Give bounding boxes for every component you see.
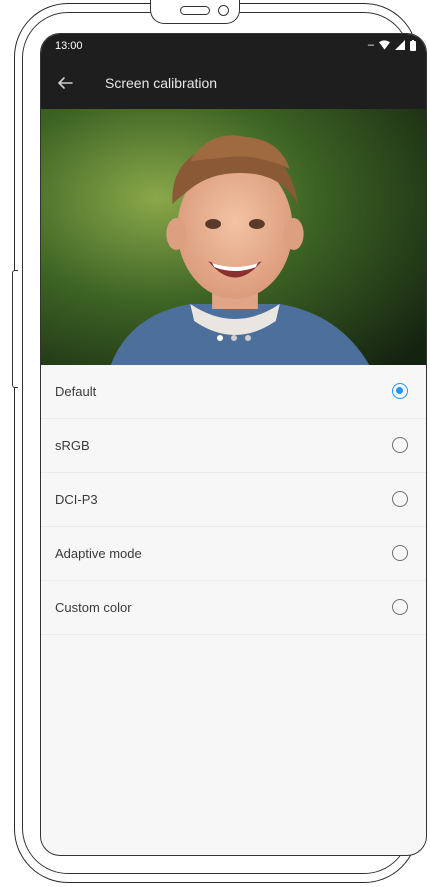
option-label: DCI-P3 [55, 492, 98, 507]
preview-image-carousel[interactable] [41, 109, 426, 365]
calibration-options-list: Default sRGB DCI-P3 Adaptive mode Custom… [41, 365, 426, 635]
status-bar: 13:00 – [41, 34, 426, 59]
signal-icon [395, 40, 405, 50]
page-title: Screen calibration [105, 75, 218, 91]
option-dci-p3[interactable]: DCI-P3 [41, 473, 426, 527]
status-time: 13:00 [55, 40, 83, 52]
app-bar: Screen calibration [41, 59, 426, 109]
radio-button-selected[interactable] [392, 383, 408, 399]
option-adaptive-mode[interactable]: Adaptive mode [41, 527, 426, 581]
carousel-dot[interactable] [230, 335, 237, 341]
earpiece-speaker [180, 6, 210, 15]
option-label: Custom color [55, 600, 132, 615]
option-label: Default [55, 384, 97, 399]
option-label: sRGB [55, 438, 90, 453]
option-default[interactable]: Default [41, 365, 426, 419]
battery-icon [410, 39, 416, 51]
radio-button[interactable] [392, 491, 408, 507]
arrow-back-icon[interactable] [53, 71, 77, 95]
radio-button[interactable] [392, 545, 408, 561]
front-camera [218, 5, 229, 16]
screen: 13:00 – Screen calibration Default sRGB … [40, 33, 427, 856]
option-label: Adaptive mode [55, 546, 142, 561]
carousel-indicator [41, 335, 426, 341]
notification-icon: – [367, 39, 374, 51]
status-icons: – [368, 39, 416, 51]
radio-button[interactable] [392, 599, 408, 615]
option-custom-color[interactable]: Custom color [41, 581, 426, 635]
carousel-dot[interactable] [244, 335, 251, 341]
preview-photo [41, 109, 426, 365]
wifi-icon [379, 40, 390, 50]
radio-button[interactable] [392, 437, 408, 453]
side-button [12, 270, 18, 388]
option-srgb[interactable]: sRGB [41, 419, 426, 473]
carousel-dot[interactable] [216, 335, 223, 341]
